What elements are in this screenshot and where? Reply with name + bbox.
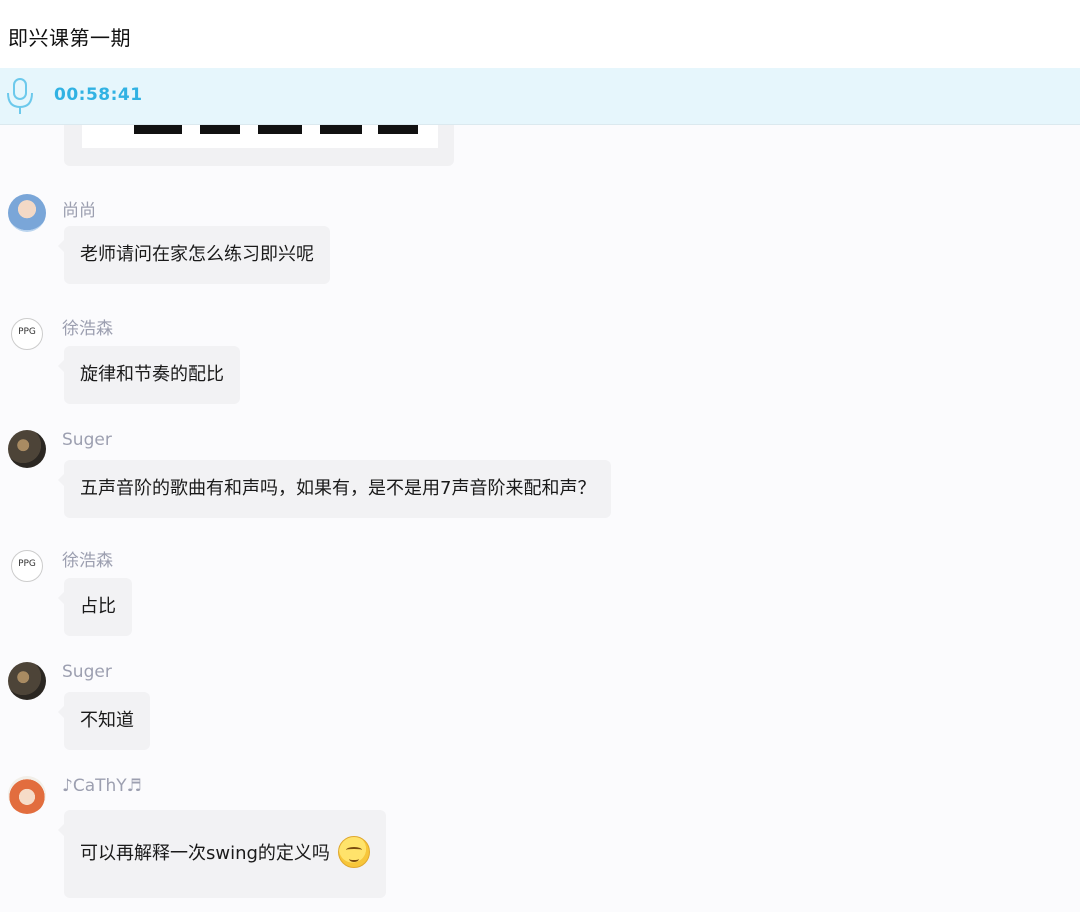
avatar[interactable] (8, 430, 46, 468)
sender-name: 尚尚 (62, 201, 96, 221)
avatar-label: PPG (18, 327, 36, 337)
message-text: 可以再解释一次swing的定义吗 (80, 843, 330, 864)
avatar[interactable] (8, 776, 46, 814)
audio-timer: 00:58:41 (54, 85, 143, 105)
sender-name: 徐浩森 (62, 319, 113, 339)
avatar[interactable]: PPG (11, 318, 43, 350)
avatar[interactable] (8, 662, 46, 700)
previous-image-message[interactable] (64, 124, 454, 166)
sender-name: 徐浩森 (62, 551, 113, 571)
avatar-label: PPG (18, 559, 36, 569)
relieved-face-emoji-icon (337, 836, 370, 868)
sender-name: Suger (62, 662, 112, 682)
sender-name: ♪CaThY♬ (62, 776, 142, 796)
message-bubble[interactable]: 五声音阶的歌曲有和声吗，如果有，是不是用7声音阶来配和声？ (57, 460, 612, 518)
sender-name: Suger (62, 430, 112, 450)
audio-playback-bar[interactable]: 00:58:41 (0, 68, 1080, 125)
chat-title: 即兴课第一期 (8, 26, 131, 50)
microphone-icon[interactable] (4, 76, 36, 116)
title-bar: 即兴课第一期 (0, 0, 1080, 68)
message-bubble[interactable]: 老师请问在家怎么练习即兴呢 (58, 226, 330, 284)
message-bubble[interactable]: 可以再解释一次swing的定义吗 (58, 810, 386, 898)
message-bubble[interactable]: 占比 (58, 578, 132, 636)
message-bubble[interactable]: 不知道 (58, 692, 150, 750)
avatar[interactable] (8, 194, 46, 232)
previous-image-thumbnail (82, 124, 438, 148)
message-bubble[interactable]: 旋律和节奏的配比 (58, 346, 240, 404)
avatar[interactable]: PPG (11, 550, 43, 582)
chat-message-list[interactable]: 尚尚 老师请问在家怎么练习即兴呢 PPG 徐浩森 旋律和节奏的配比 Suger … (0, 124, 1080, 912)
